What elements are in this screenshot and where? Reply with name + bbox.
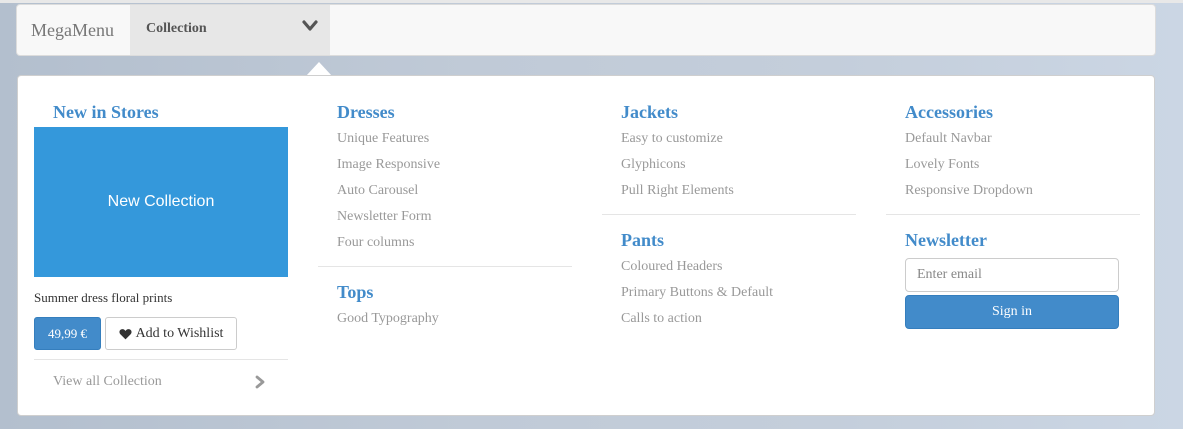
dresses-heading[interactable]: Dresses <box>337 102 395 123</box>
navbar: MegaMenu Collection <box>16 4 1156 56</box>
dresses-link[interactable]: Four columns <box>337 235 414 251</box>
view-all-collection-link[interactable]: View all Collection <box>53 374 162 390</box>
new-collection-banner[interactable]: New Collection <box>34 127 288 277</box>
sign-in-button[interactable]: Sign in <box>905 295 1119 329</box>
accessories-divider <box>886 214 1140 215</box>
dresses-link[interactable]: Newsletter Form <box>337 209 431 225</box>
price-badge[interactable]: 49,99 € <box>34 317 101 350</box>
accessories-heading[interactable]: Accessories <box>905 102 993 123</box>
new-in-stores-heading: New in Stores <box>53 102 159 122</box>
add-to-wishlist-button[interactable]: Add to Wishlist <box>105 317 237 350</box>
dropdown-label: Collection <box>146 21 207 36</box>
dropdown-caret <box>306 62 332 76</box>
chevron-right-icon[interactable] <box>254 375 266 389</box>
product-caption: Summer dress floral prints <box>34 290 173 305</box>
dresses-link[interactable]: Unique Features <box>337 131 429 147</box>
jackets-link[interactable]: Pull Right Elements <box>621 183 734 199</box>
mega-menu-panel: New in Stores New Collection Summer dres… <box>17 75 1155 416</box>
accessories-link[interactable]: Default Navbar <box>905 131 992 147</box>
chevron-down-icon <box>302 20 318 31</box>
pants-link[interactable]: Calls to action <box>621 311 702 327</box>
jackets-link[interactable]: Glyphicons <box>621 157 686 173</box>
email-field[interactable] <box>905 258 1119 292</box>
pants-link[interactable]: Primary Buttons & Default <box>621 285 773 301</box>
pants-heading[interactable]: Pants <box>621 230 664 251</box>
jackets-link[interactable]: Easy to customize <box>621 131 723 147</box>
dresses-divider <box>318 266 572 267</box>
tops-heading[interactable]: Tops <box>337 282 373 303</box>
jackets-divider <box>602 214 856 215</box>
pants-link[interactable]: Coloured Headers <box>621 259 722 275</box>
promo-divider <box>34 359 288 360</box>
dresses-link[interactable]: Image Responsive <box>337 157 440 173</box>
top-border <box>0 0 1183 3</box>
accessories-link[interactable]: Responsive Dropdown <box>905 183 1033 199</box>
newsletter-heading: Newsletter <box>905 230 987 250</box>
collection-dropdown-toggle[interactable]: Collection <box>130 5 330 55</box>
jackets-heading[interactable]: Jackets <box>621 102 678 123</box>
wishlist-label: Add to Wishlist <box>135 325 224 341</box>
dresses-link[interactable]: Auto Carousel <box>337 183 418 199</box>
brand-logo[interactable]: MegaMenu <box>31 20 114 41</box>
tops-link[interactable]: Good Typography <box>337 311 439 327</box>
accessories-link[interactable]: Lovely Fonts <box>905 157 979 173</box>
heart-icon <box>119 328 132 339</box>
